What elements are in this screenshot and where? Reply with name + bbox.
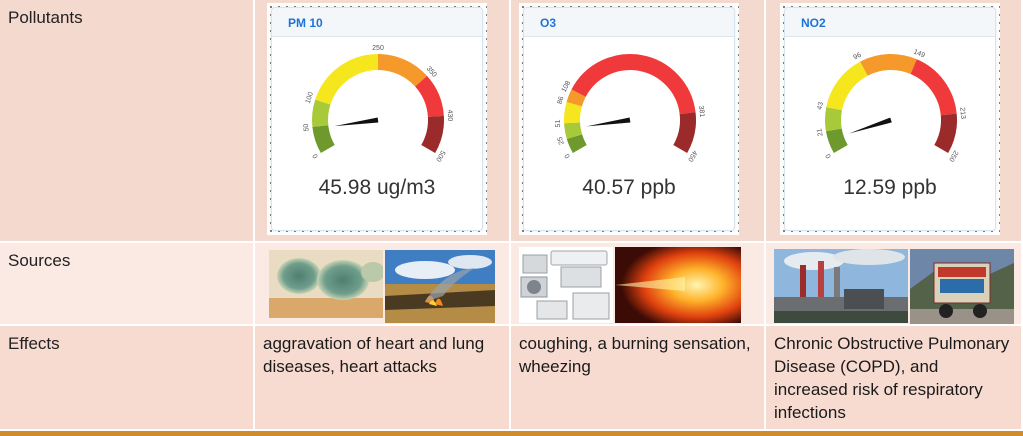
gauge-cell-o3: O3 0 25 51 86 108 381 450 40.57 ppb [511, 0, 766, 243]
gauge-band-3 [860, 54, 917, 76]
gauge-tick-label: 213 [958, 107, 966, 119]
gauge-band-0 [312, 124, 335, 153]
gauge-frame: PM 10 0 50 100 250 350 430 500 45.98 ug/m3 [267, 3, 487, 235]
row-label-effects: Effects [8, 334, 60, 353]
mold-image [269, 250, 383, 318]
effects-cell-no2: Chronic Obstructive Pulmonary Disease (C… [766, 326, 1023, 431]
gauge-reading: 12.59 ppb [843, 176, 937, 199]
gauge-tick-label: 51 [555, 119, 562, 127]
gauge-frame: NO2 0 21 43 96 149 213 250 12.59 ppb [780, 3, 1000, 235]
effect-text: coughing, a burning sensation, wheezing [519, 334, 751, 376]
gauge-header: NO2 [785, 8, 995, 37]
gauge-cell-no2: NO2 0 21 43 96 149 213 250 12.59 ppb [766, 0, 1023, 243]
gauge-band-5 [421, 115, 444, 153]
gauge-header: PM 10 [272, 8, 482, 37]
row-label-cell: Sources [0, 243, 255, 326]
gauge-band-1 [312, 99, 331, 127]
gauge-band-0 [566, 134, 587, 153]
gauge-header: O3 [524, 8, 734, 37]
gauge-title: NO2 [801, 16, 826, 30]
gauge-tick-label: 96 [852, 52, 862, 62]
bottom-rule [0, 431, 1023, 436]
gauge-band-4 [910, 59, 957, 116]
gauge-card-pm10: PM 10 0 50 100 250 350 430 500 45.98 ug/m3 [271, 7, 483, 231]
gauge-tick-label: 100 [305, 91, 315, 104]
factory-smokestacks-image [774, 249, 908, 323]
gauge-band-5 [934, 113, 957, 153]
gauge-band-0 [825, 128, 848, 153]
field-fire-image [385, 250, 495, 323]
gauge-dial-pm10: 050100250350430500 [303, 45, 454, 163]
pollutant-table: Pollutants PM 10 0 50 100 250 350 430 500 45.9… [0, 0, 1023, 431]
truck-image [910, 249, 1014, 324]
gauge-tick-label: 0 [825, 152, 833, 159]
gauge-band-3 [566, 89, 586, 107]
gauge-title: PM 10 [288, 16, 323, 30]
gauge-tick-label: 430 [446, 109, 454, 121]
gauge-card-o3: O3 0 25 51 86 108 381 450 40.57 ppb [523, 7, 735, 231]
gauge-tick-label: 43 [817, 101, 825, 110]
air-conditioners-image [519, 247, 613, 323]
gauge-tick-label: 25 [557, 136, 566, 146]
gauge-band-2 [564, 101, 582, 124]
sources-cell-o3 [511, 243, 766, 326]
gauge-band-2 [826, 61, 868, 111]
effects-cell-pm10: aggravation of heart and lung diseases, … [255, 326, 511, 431]
gauge-card-no2: NO2 0 21 43 96 149 213 250 12.59 ppb [784, 7, 996, 231]
gauge-dial-o3: 0255186108381450 [555, 54, 705, 163]
gauge-tick-label: 0 [312, 152, 320, 159]
gauge-tick-label: 86 [557, 96, 566, 106]
sources-cell-no2 [766, 243, 1023, 326]
effects-cell-o3: coughing, a burning sensation, wheezing [511, 326, 766, 431]
gauge-title: O3 [540, 16, 557, 30]
gauge-cell-pm10: PM 10 0 50 100 250 350 430 500 45.98 ug/m3 [255, 0, 511, 243]
gauge-tick-label: 0 [564, 152, 572, 159]
row-label-sources: Sources [8, 251, 71, 270]
fire-flame-image [615, 247, 741, 323]
gauge-needle [849, 117, 892, 134]
gauge-band-4 [414, 75, 444, 118]
gauge-tick-label: 250 [372, 45, 384, 52]
gauge-band-3 [377, 54, 428, 87]
gauge-frame: O3 0 25 51 86 108 381 450 40.57 ppb [519, 3, 739, 235]
gauge-band-1 [825, 107, 843, 132]
effect-text: Chronic Obstructive Pulmonary Disease (C… [774, 334, 1010, 422]
gauge-band-1 [564, 122, 583, 139]
gauge-tick-label: 21 [816, 128, 824, 137]
gauge-dial-no2: 0214396 149213250 [816, 49, 966, 163]
gauge-tick-label: 50 [303, 123, 311, 132]
gauge-reading: 40.57 ppb [582, 176, 676, 199]
row-label-pollutants: Pollutants [8, 8, 83, 27]
gauge-band-4 [571, 54, 696, 115]
row-label-cell: Effects [0, 326, 255, 431]
effect-text: aggravation of heart and lung diseases, … [263, 334, 485, 376]
gauge-needle [334, 117, 379, 127]
gauge-band-5 [673, 112, 696, 153]
gauge-band-2 [315, 54, 379, 105]
gauge-tick-label: 149 [912, 49, 926, 60]
gauge-reading: 45.98 ug/m3 [318, 176, 436, 199]
sources-cell-pm10 [255, 243, 511, 326]
gauge-needle [586, 117, 631, 127]
row-label-cell: Pollutants [0, 0, 255, 243]
gauge-tick-label: 381 [697, 105, 705, 118]
